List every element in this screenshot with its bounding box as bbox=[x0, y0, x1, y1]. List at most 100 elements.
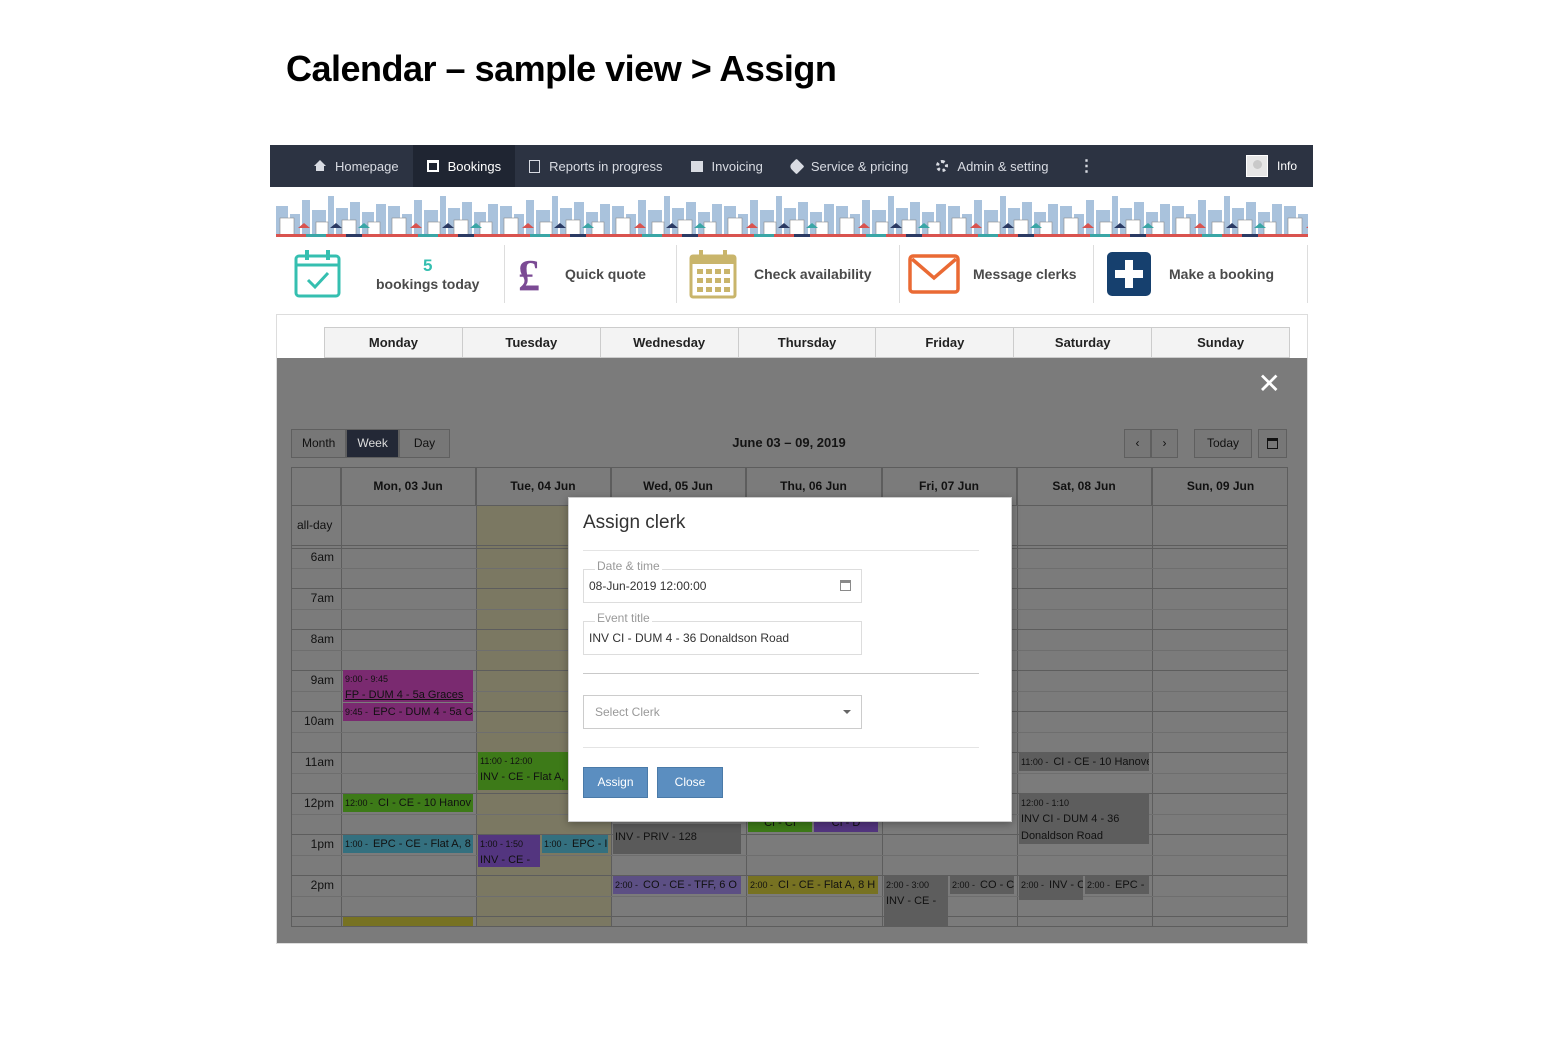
home-icon bbox=[314, 160, 326, 171]
nav-admin-setting-label: Admin & setting bbox=[957, 158, 1049, 174]
hour-label: 9am bbox=[310, 673, 334, 687]
calendar-event[interactable]: 11:00 - 12:00 INV - CE - Flat A, bbox=[478, 752, 568, 790]
weekday-wednesday: Wednesday bbox=[601, 328, 739, 357]
plus-icon bbox=[1107, 252, 1151, 296]
calendar-event[interactable]: 9:45 - EPC - DUM 4 - 5a C bbox=[343, 703, 473, 721]
calendar-event[interactable]: 12:00 - 1:10 INV CI - DUM 4 - 36 Donalds… bbox=[1019, 794, 1149, 844]
today-button[interactable]: Today bbox=[1194, 429, 1252, 458]
user-menu[interactable]: Info bbox=[1245, 145, 1297, 187]
nav-service-pricing[interactable]: Service & pricing bbox=[777, 145, 923, 187]
event-title: INV - CE - Flat A, bbox=[480, 771, 565, 783]
message-clerks-action[interactable]: Message clerks bbox=[900, 245, 1094, 303]
event-title: INV CI - DUM 4 - 36 Donaldson Road bbox=[1021, 813, 1120, 842]
hour-label: 7am bbox=[310, 591, 334, 605]
view-week-button[interactable]: Week bbox=[346, 429, 399, 458]
assign-clerk-dialog: Assign clerk 08-Jun-2019 12:00:00 Date &… bbox=[568, 497, 1012, 822]
pound-icon: £ bbox=[518, 252, 540, 296]
quick-quote-action[interactable]: £ Quick quote bbox=[505, 245, 677, 303]
calendar-icon[interactable] bbox=[840, 580, 851, 591]
date-time-field[interactable]: 08-Jun-2019 12:00:00 bbox=[583, 569, 862, 603]
nav-homepage-label: Homepage bbox=[335, 158, 399, 174]
nav-invoicing[interactable]: Invoicing bbox=[677, 145, 777, 187]
calendar-event[interactable]: 2:00 - INV - C bbox=[1019, 876, 1083, 900]
event-title: INV - C bbox=[1049, 879, 1083, 891]
calendar-event[interactable]: 2:00 - 3:00 INV - CE - bbox=[884, 876, 948, 926]
view-switcher: Month Week Day bbox=[291, 429, 451, 458]
event-time: 2:00 - bbox=[1021, 880, 1045, 890]
next-week-button[interactable]: › bbox=[1151, 429, 1178, 458]
view-day-button[interactable]: Day bbox=[398, 429, 451, 458]
user-info-label: Info bbox=[1276, 159, 1297, 173]
hour-label: 10am bbox=[303, 714, 334, 728]
event-title: CI - CE - Flat A, 8 H bbox=[778, 879, 876, 891]
nav-homepage[interactable]: Homepage bbox=[270, 145, 413, 187]
event-title: FP - DUM 4 - 5a Graces bbox=[345, 689, 464, 701]
weekday-sunday: Sunday bbox=[1197, 335, 1245, 350]
select-clerk-placeholder: Select Clerk bbox=[595, 705, 660, 719]
event-title: INV - CE - bbox=[480, 854, 531, 866]
more-menu-icon[interactable]: ⋮ bbox=[1062, 156, 1110, 176]
grid-line bbox=[292, 896, 1287, 897]
calendar-event[interactable]: 2:00 - CO - CE - TFF, 6 O bbox=[613, 876, 741, 894]
divider bbox=[583, 673, 979, 674]
assign-button[interactable]: Assign bbox=[583, 767, 648, 798]
bookings-today-card[interactable]: 5 bookings today bbox=[276, 245, 505, 303]
nav-admin-setting[interactable]: Admin & setting bbox=[922, 145, 1062, 187]
nav-reports-label: Reports in progress bbox=[549, 158, 663, 174]
calendar-event[interactable]: 12:00 - CI - CE - 10 Hanov bbox=[343, 794, 473, 812]
prev-week-button[interactable]: ‹ bbox=[1124, 429, 1151, 458]
time-column-header bbox=[292, 468, 341, 506]
calendar-event[interactable] bbox=[343, 917, 473, 926]
column-sun: Sun, 09 Jun bbox=[1152, 468, 1287, 506]
divider bbox=[583, 550, 979, 551]
nav-reports[interactable]: Reports in progress bbox=[515, 145, 676, 187]
nav-bookings-label: Bookings bbox=[447, 158, 502, 174]
make-booking-action[interactable]: Make a booking bbox=[1094, 245, 1308, 303]
bookings-count: 5 bbox=[422, 256, 433, 275]
view-month-button[interactable]: Month bbox=[291, 429, 347, 458]
select-clerk-dropdown[interactable]: Select Clerk bbox=[583, 695, 862, 729]
quick-quote-label: Quick quote bbox=[565, 266, 646, 282]
app-window: Homepage Bookings Reports in progress In… bbox=[270, 145, 1313, 965]
event-title: CI - CE - 10 Hanov bbox=[378, 797, 471, 809]
event-time: 1:00 - 1:50 bbox=[480, 839, 524, 849]
nav-bookings[interactable]: Bookings bbox=[412, 145, 516, 187]
calendar-event[interactable]: 2:00 - CO - C bbox=[950, 876, 1014, 894]
close-icon[interactable]: ✕ bbox=[1258, 370, 1281, 398]
check-availability-action[interactable]: Check availability bbox=[677, 245, 900, 303]
event-time: 11:00 - 12:00 bbox=[480, 756, 533, 766]
calendar-event[interactable]: 9:00 - 9:45 FP - DUM 4 - 5a Graces bbox=[343, 670, 473, 702]
calendar-event[interactable]: 1:00 - EPC - I bbox=[542, 835, 608, 853]
calendar-event[interactable]: 1:00 - 1:50 INV - CE - bbox=[478, 835, 540, 867]
calendar-event[interactable]: 2:00 - CI - CE - Flat A, 8 H bbox=[748, 876, 878, 894]
svg-text:£: £ bbox=[518, 252, 540, 296]
grid-line bbox=[341, 468, 342, 926]
hour-label: 11am bbox=[304, 755, 334, 769]
grid-line bbox=[1152, 468, 1153, 926]
event-title-value: INV CI - DUM 4 - 36 Donaldson Road bbox=[589, 631, 790, 645]
event-time: 12:00 - 1:10 bbox=[1021, 798, 1070, 808]
chevron-down-icon bbox=[843, 710, 851, 714]
calendar-nav: ‹ › Today bbox=[1124, 429, 1287, 458]
envelope-icon bbox=[908, 254, 960, 294]
event-time: 9:45 - bbox=[345, 707, 369, 717]
event-time: 2:00 - bbox=[750, 880, 774, 890]
event-time: 9:00 - 9:45 bbox=[345, 674, 389, 684]
event-title-field[interactable]: INV CI - DUM 4 - 36 Donaldson Road bbox=[583, 621, 862, 655]
nav-invoicing-label: Invoicing bbox=[711, 158, 763, 174]
calendar-event[interactable]: 2:00 - EPC - bbox=[1085, 876, 1149, 894]
hour-label: 8am bbox=[310, 632, 334, 646]
event-title: EPC - I bbox=[572, 838, 608, 850]
hour-label: 6am bbox=[310, 550, 334, 564]
calendar-event[interactable]: INV - PRIV - 128 bbox=[613, 824, 741, 854]
calendar-event[interactable]: 1:00 - EPC - CE - Flat A, 8 bbox=[343, 835, 473, 853]
calendar-event[interactable]: 11:00 - CI - CE - 10 Hanove bbox=[1019, 753, 1149, 771]
event-time: 2:00 - 3:00 bbox=[886, 880, 930, 890]
column-sat: Sat, 08 Jun bbox=[1017, 468, 1152, 506]
date-time-value: 08-Jun-2019 12:00:00 bbox=[589, 579, 707, 593]
event-title: EPC - DUM 4 - 5a C bbox=[373, 706, 473, 718]
close-button[interactable]: Close bbox=[657, 767, 723, 798]
calendar-grid-icon bbox=[689, 250, 737, 299]
date-picker-button[interactable] bbox=[1258, 429, 1287, 458]
event-title: INV - PRIV - 128 bbox=[615, 831, 697, 843]
